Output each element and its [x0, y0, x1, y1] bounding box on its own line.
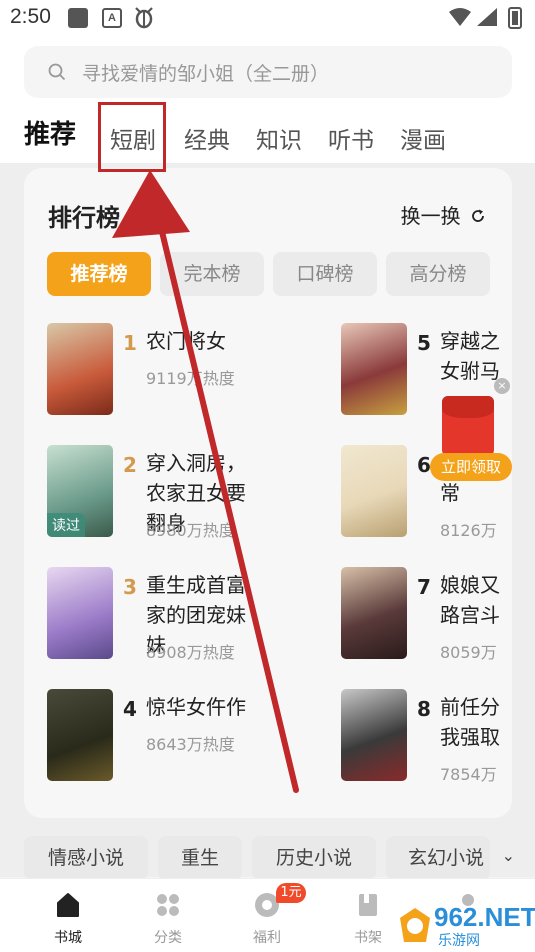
annotation-highlight-box: [98, 102, 166, 172]
watermark-subtext: 乐游网: [438, 933, 480, 949]
book-rank: 8: [417, 697, 431, 721]
grid-icon: [157, 894, 179, 916]
red-envelope-flap: [442, 396, 494, 418]
nav-category[interactable]: 分类: [128, 879, 208, 952]
a-notification-icon: A: [102, 8, 122, 28]
genre-tag[interactable]: 历史小说: [252, 836, 376, 880]
chevron-down-icon[interactable]: ⌄: [502, 846, 515, 865]
system-indicators: [447, 6, 527, 30]
status-bar: 2:50 A: [0, 0, 535, 38]
search-input[interactable]: 寻找爱情的邹小姐（全二册）: [24, 46, 512, 98]
ranking-title[interactable]: 排行榜: [48, 198, 120, 233]
book-heat: 8908万热度: [146, 643, 235, 662]
book-title: 农门将女: [146, 329, 226, 353]
wifi-icon: [449, 8, 471, 26]
book-cover: [341, 323, 407, 415]
search-icon: [48, 63, 66, 81]
chevron-right-icon[interactable]: ›: [142, 202, 149, 223]
book-rank: 1: [123, 331, 137, 355]
rank-tab-reputation[interactable]: 口碑榜: [273, 252, 377, 296]
book-heat: 8126万: [440, 521, 497, 540]
book-cover: [47, 567, 113, 659]
search-placeholder: 寻找爱情的邹小姐（全二册）: [82, 63, 330, 85]
claim-now-button[interactable]: 立即领取: [430, 453, 512, 481]
genre-tag[interactable]: 玄幻小说: [386, 836, 490, 880]
refresh-icon: [472, 209, 484, 222]
book-title: 前任分我强取: [440, 695, 500, 749]
book-cover: [341, 567, 407, 659]
rank-tab-complete[interactable]: 完本榜: [160, 252, 264, 296]
signal-icon: [477, 8, 497, 26]
book-title: 常: [440, 481, 460, 505]
book-heat: 7854万: [440, 765, 497, 784]
ranking-card: 排行榜 › 换一换 推荐榜 完本榜 口碑榜 高分榜 1 农门将女 9119万热度…: [24, 168, 512, 818]
book-item[interactable]: 7 娘娘又路宫斗 8059万: [341, 567, 512, 667]
genre-tag[interactable]: 重生: [158, 836, 242, 880]
tab-knowledge[interactable]: 知识: [256, 121, 302, 155]
nav-label: 书城: [54, 930, 82, 946]
site-watermark-logo: 962.NET 乐游网: [398, 900, 535, 950]
book-cover: [47, 689, 113, 781]
status-time: 2:50: [10, 5, 51, 28]
genre-tag[interactable]: 情感小说: [24, 836, 148, 880]
notification-icon: [68, 8, 88, 28]
nav-bookshelf[interactable]: 书架: [328, 879, 408, 952]
tab-comic[interactable]: 漫画: [400, 121, 446, 155]
book-rank: 5: [417, 331, 431, 355]
tab-audiobook[interactable]: 听书: [328, 121, 374, 155]
tab-classic[interactable]: 经典: [184, 121, 230, 155]
watermark-icon: [400, 908, 430, 942]
book-cover: [47, 323, 113, 415]
bug-icon: [132, 4, 156, 30]
read-badge: 读过: [47, 513, 85, 537]
nav-label: 书架: [354, 930, 382, 946]
book-heat: 8059万: [440, 643, 497, 662]
book-rank: 3: [123, 575, 137, 599]
book-item[interactable]: 1 农门将女 9119万热度: [47, 323, 247, 423]
refresh-button[interactable]: 换一换: [401, 200, 486, 229]
book-title: 穿越之女驸马: [440, 329, 500, 383]
refresh-label: 换一换: [400, 204, 461, 228]
book-heat: 9119万热度: [146, 369, 235, 388]
book-heat: 8643万热度: [146, 735, 235, 754]
rank-tab-high-score[interactable]: 高分榜: [386, 252, 490, 296]
book-heat: 8980万热度: [146, 521, 235, 540]
book-rank: 2: [123, 453, 137, 477]
book-cover: [341, 445, 407, 537]
watermark-text: 962.NET: [434, 902, 535, 932]
book-rank: 7: [417, 575, 431, 599]
nav-label: 福利: [253, 930, 281, 946]
battery-icon: [508, 7, 522, 29]
home-icon: [57, 893, 79, 917]
book-item[interactable]: 8 前任分我强取 7854万: [341, 689, 512, 789]
nav-label: 分类: [154, 930, 182, 946]
nav-bookstore[interactable]: 书城: [28, 879, 108, 952]
book-cover: [341, 689, 407, 781]
book-title: 娘娘又路宫斗: [440, 573, 500, 627]
tab-recommend[interactable]: 推荐: [24, 114, 76, 151]
book-title: 惊华女仵作: [146, 695, 246, 719]
book-item[interactable]: 读过 2 穿入洞房，农家丑女要翻身 8980万热度: [47, 445, 247, 545]
book-rank: 4: [123, 697, 137, 721]
book-item[interactable]: 4 惊华女仵作 8643万热度: [47, 689, 247, 789]
book-cover: 读过: [47, 445, 113, 537]
book-item[interactable]: 3 重生成首富家的团宠妹妹 8908万热度: [47, 567, 247, 667]
rank-tab-recommend[interactable]: 推荐榜: [47, 252, 151, 296]
close-icon[interactable]: ×: [494, 378, 510, 394]
bookshelf-icon: [359, 894, 377, 916]
book-rank: 6: [417, 453, 431, 477]
welfare-badge: 1元: [276, 883, 306, 903]
